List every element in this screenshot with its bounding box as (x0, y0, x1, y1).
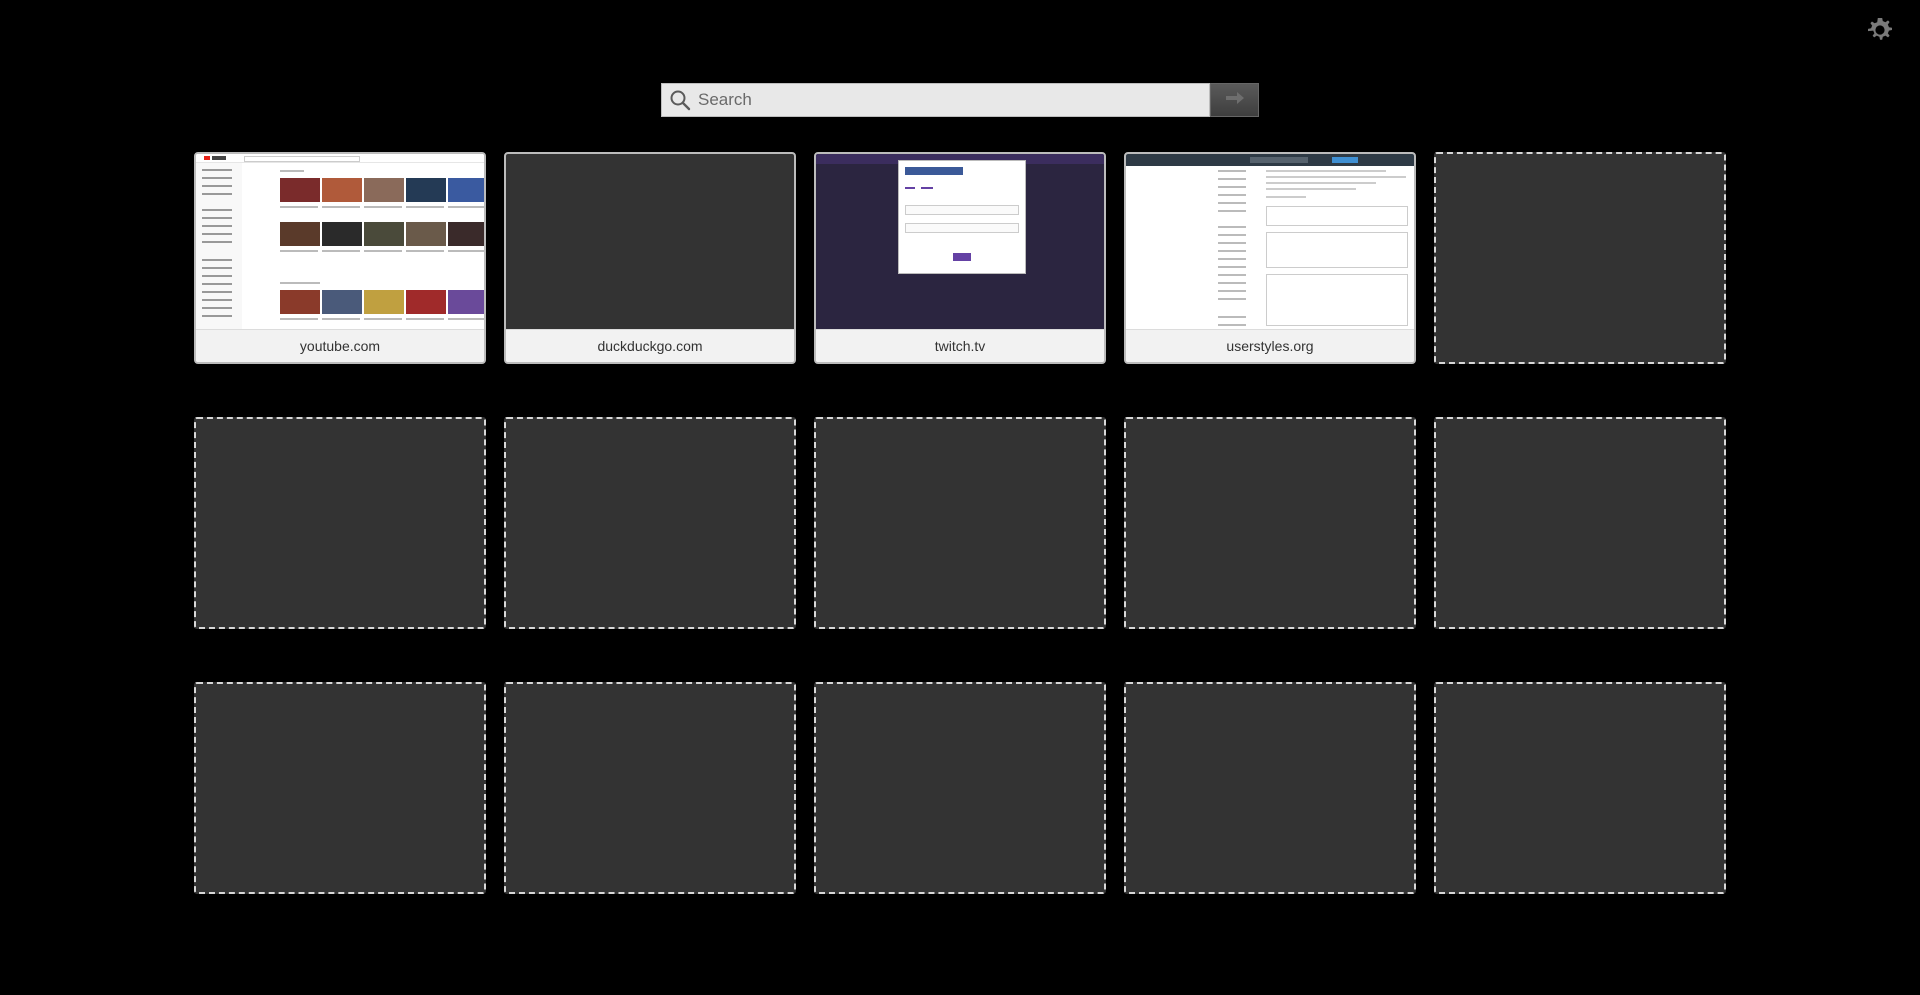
search-submit-button[interactable] (1210, 83, 1259, 117)
tile-label: twitch.tv (816, 329, 1104, 362)
tile-label: youtube.com (196, 329, 484, 362)
tile-label: userstyles.org (1126, 329, 1414, 362)
search-box (661, 83, 1210, 117)
empty-tile-slot[interactable] (194, 682, 486, 894)
site-thumbnail (506, 154, 794, 330)
empty-tile-slot[interactable] (814, 682, 1106, 894)
search-icon (666, 86, 694, 114)
speed-dial-tile[interactable]: userstyles.org (1124, 152, 1416, 364)
search-input[interactable] (694, 85, 1209, 115)
speed-dial-tile[interactable]: youtube.com (194, 152, 486, 364)
empty-tile-slot[interactable] (504, 417, 796, 629)
empty-tile-slot[interactable] (504, 682, 796, 894)
empty-tile-slot[interactable] (194, 417, 486, 629)
empty-tile-slot[interactable] (1124, 417, 1416, 629)
empty-tile-slot[interactable] (1434, 417, 1726, 629)
empty-tile-slot[interactable] (1434, 152, 1726, 364)
empty-tile-slot[interactable] (1434, 682, 1726, 894)
empty-tile-slot[interactable] (814, 417, 1106, 629)
speed-dial-tile[interactable]: twitch.tv (814, 152, 1106, 364)
site-thumbnail (196, 154, 484, 330)
site-thumbnail (1126, 154, 1414, 330)
gear-icon[interactable] (1864, 14, 1896, 46)
search-bar (661, 83, 1259, 117)
speed-dial-tile[interactable]: duckduckgo.com (504, 152, 796, 364)
site-thumbnail (816, 154, 1104, 330)
speed-dial-page: youtube.com duckduckgo.com twitch.tv (0, 0, 1920, 995)
empty-tile-slot[interactable] (1124, 682, 1416, 894)
arrow-right-icon (1223, 90, 1247, 111)
tile-label: duckduckgo.com (506, 329, 794, 362)
